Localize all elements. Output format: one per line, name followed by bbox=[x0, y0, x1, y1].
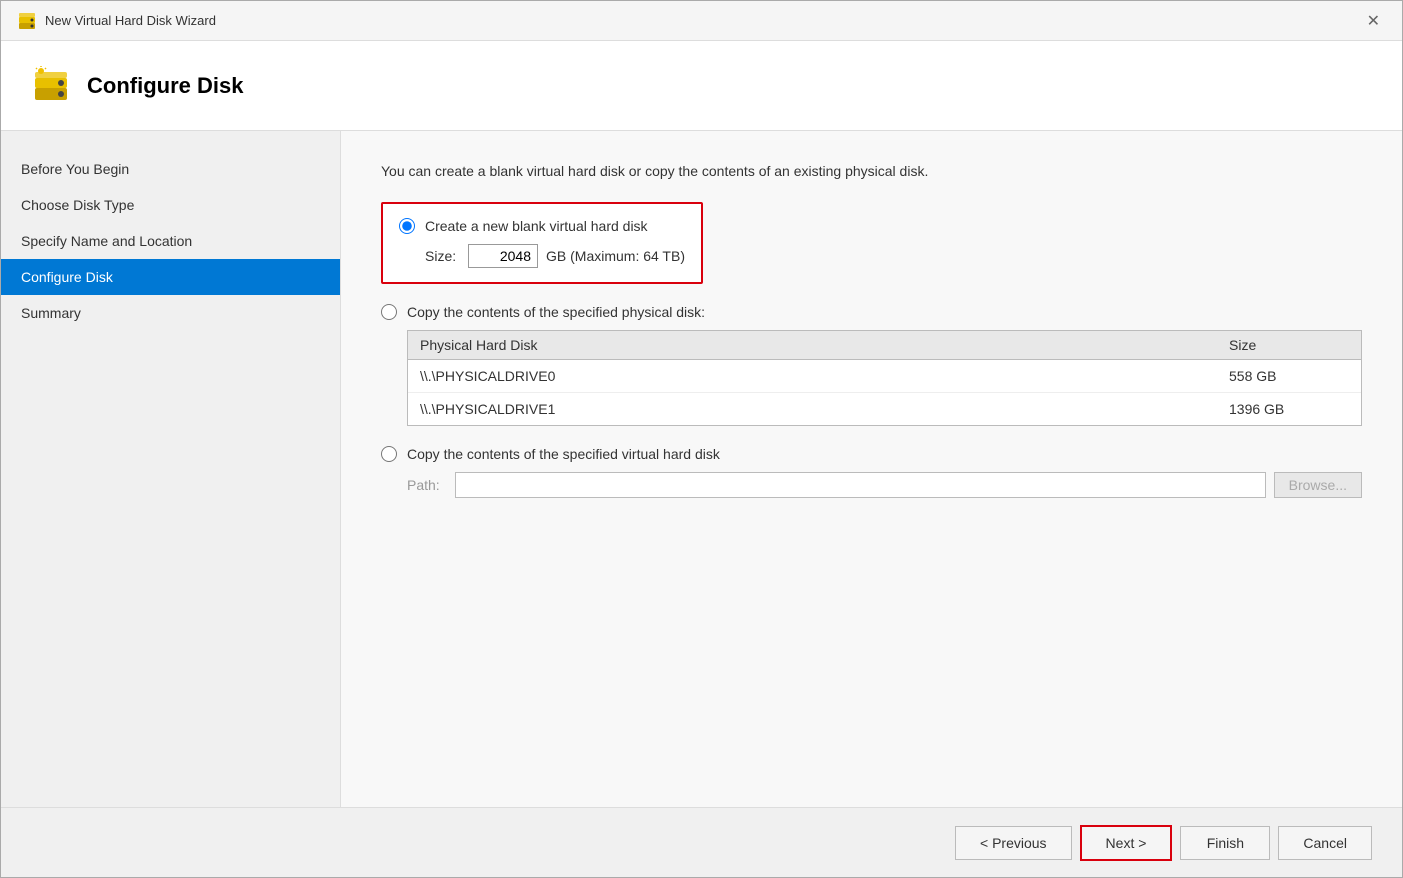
drive0-name: \\.\PHYSICALDRIVE0 bbox=[420, 368, 1229, 384]
copy-virtual-section: Copy the contents of the specified virtu… bbox=[381, 446, 1362, 498]
new-disk-label: Create a new blank virtual hard disk bbox=[425, 218, 648, 234]
copy-physical-section: Copy the contents of the specified physi… bbox=[381, 304, 1362, 426]
header-icon bbox=[31, 66, 71, 106]
copy-virtual-label: Copy the contents of the specified virtu… bbox=[407, 446, 720, 462]
copy-physical-label: Copy the contents of the specified physi… bbox=[407, 304, 705, 320]
sidebar-item-choose-disk-type[interactable]: Choose Disk Type bbox=[1, 187, 340, 223]
close-button[interactable]: ✕ bbox=[1361, 9, 1386, 33]
page-header: Configure Disk bbox=[1, 41, 1402, 131]
sidebar-item-before-you-begin[interactable]: Before You Begin bbox=[1, 151, 340, 187]
next-button[interactable]: Next > bbox=[1080, 825, 1173, 861]
size-unit: GB (Maximum: 64 TB) bbox=[546, 248, 685, 264]
main-content: You can create a blank virtual hard disk… bbox=[341, 131, 1402, 807]
drive1-name: \\.\PHYSICALDRIVE1 bbox=[420, 401, 1229, 417]
footer: < Previous Next > Finish Cancel bbox=[1, 807, 1402, 877]
copy-physical-row: Copy the contents of the specified physi… bbox=[381, 304, 1362, 320]
size-input[interactable] bbox=[468, 244, 538, 268]
new-disk-option-box: Create a new blank virtual hard disk Siz… bbox=[381, 202, 703, 284]
col-header-name: Physical Hard Disk bbox=[420, 337, 1229, 353]
sidebar-item-summary[interactable]: Summary bbox=[1, 295, 340, 331]
path-label: Path: bbox=[407, 477, 447, 493]
new-disk-radio[interactable] bbox=[399, 218, 415, 234]
table-row[interactable]: \\.\PHYSICALDRIVE0 558 GB bbox=[408, 360, 1361, 393]
title-bar: New Virtual Hard Disk Wizard ✕ bbox=[1, 1, 1402, 41]
size-row: Size: GB (Maximum: 64 TB) bbox=[425, 244, 685, 268]
copy-virtual-row: Copy the contents of the specified virtu… bbox=[381, 446, 1362, 462]
table-row[interactable]: \\.\PHYSICALDRIVE1 1396 GB bbox=[408, 393, 1361, 425]
drive0-size: 558 GB bbox=[1229, 368, 1349, 384]
title-bar-left: New Virtual Hard Disk Wizard bbox=[17, 11, 216, 31]
window-title: New Virtual Hard Disk Wizard bbox=[45, 13, 216, 28]
finish-button[interactable]: Finish bbox=[1180, 826, 1270, 860]
col-header-size: Size bbox=[1229, 337, 1349, 353]
drive1-size: 1396 GB bbox=[1229, 401, 1349, 417]
path-row: Path: Browse... bbox=[407, 472, 1362, 498]
table-header: Physical Hard Disk Size bbox=[408, 331, 1361, 360]
browse-button[interactable]: Browse... bbox=[1274, 472, 1362, 498]
previous-button[interactable]: < Previous bbox=[955, 826, 1072, 860]
page-title: Configure Disk bbox=[87, 73, 243, 99]
copy-virtual-radio[interactable] bbox=[381, 446, 397, 462]
window-icon bbox=[17, 11, 37, 31]
size-label: Size: bbox=[425, 248, 460, 264]
wizard-window: New Virtual Hard Disk Wizard ✕ Configure… bbox=[0, 0, 1403, 878]
sidebar-item-specify-name-location[interactable]: Specify Name and Location bbox=[1, 223, 340, 259]
sidebar-item-configure-disk[interactable]: Configure Disk bbox=[1, 259, 340, 295]
description-text: You can create a blank virtual hard disk… bbox=[381, 161, 1362, 182]
path-input[interactable] bbox=[455, 472, 1266, 498]
sidebar: Before You Begin Choose Disk Type Specif… bbox=[1, 131, 341, 807]
content-area: Before You Begin Choose Disk Type Specif… bbox=[1, 131, 1402, 807]
physical-disk-table: Physical Hard Disk Size \\.\PHYSICALDRIV… bbox=[407, 330, 1362, 426]
copy-physical-radio[interactable] bbox=[381, 304, 397, 320]
cancel-button[interactable]: Cancel bbox=[1278, 826, 1372, 860]
new-disk-option-row: Create a new blank virtual hard disk bbox=[399, 218, 685, 234]
